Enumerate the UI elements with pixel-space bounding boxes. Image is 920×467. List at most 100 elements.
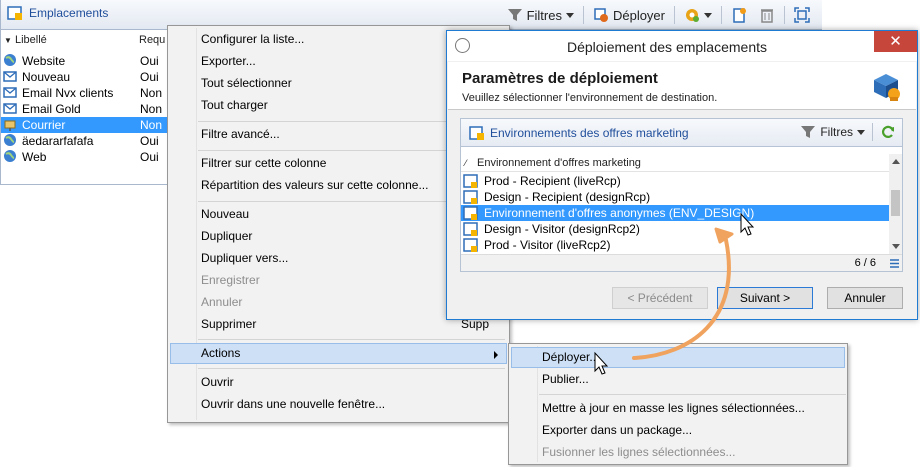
grid-column-header[interactable]: ⁄ Environnement d'offres marketing — [461, 154, 889, 172]
globe-icon — [3, 133, 19, 149]
list-item-value: Non — [140, 118, 163, 132]
locations-list: Website Oui Nouveau Oui Email Nvx client… — [1, 53, 169, 165]
maximize-view-button[interactable] — [788, 4, 816, 26]
trash-icon — [759, 7, 775, 23]
globe-icon — [3, 149, 19, 165]
sort-icon: ⁄ — [465, 158, 467, 168]
panel-title: Environnements des offres marketing — [469, 125, 689, 141]
column-header-label[interactable]: ▼ Libellé — [1, 34, 139, 52]
toolbar-divider — [721, 6, 722, 24]
submenu-item-publish[interactable]: Publier... — [511, 369, 845, 390]
chevron-right-icon — [494, 351, 498, 359]
list-item[interactable]: Email Gold Non — [1, 101, 169, 117]
grid-footer: 6 / 6 — [461, 254, 902, 271]
scroll-thumb[interactable] — [891, 190, 900, 216]
menu-item-open-new-window[interactable]: Ouvrir dans une nouvelle fenêtre... — [170, 394, 507, 415]
window-title: Emplacements — [7, 5, 108, 21]
deploy-button[interactable]: Déployer — [587, 4, 671, 26]
chevron-down-icon — [857, 129, 865, 135]
record-count: 6 / 6 — [854, 257, 876, 269]
grid-column-header-label: Environnement d'offres marketing — [477, 157, 641, 169]
envelope-icon — [3, 85, 19, 101]
list-item-label: Email Nvx clients — [22, 86, 114, 100]
expand-icon — [794, 7, 810, 23]
list-item[interactable]: Nouveau Oui — [1, 69, 169, 85]
chevron-down-icon — [565, 12, 574, 18]
grid-rows: Prod - Recipient (liveRcp) Design - Reci… — [461, 173, 889, 253]
table-row[interactable]: Design - Visitor (designRcp2) — [461, 221, 889, 237]
filters-label: Filtres — [526, 7, 562, 23]
toolbar-divider — [674, 6, 675, 24]
menu-item-actions-label: Actions — [201, 346, 241, 360]
table-row[interactable]: Prod - Recipient (liveRcp) — [461, 173, 889, 189]
dialog-subheading: Veuillez sélectionner l'environnement de… — [462, 92, 718, 104]
actions-submenu: Déployer... Publier... Mettre à jour en … — [508, 343, 848, 465]
menu-divider — [198, 368, 505, 369]
funnel-icon — [800, 124, 816, 140]
new-document-icon — [731, 7, 747, 23]
filters-button[interactable]: Filtres — [501, 4, 580, 26]
table-row-label: Prod - Recipient (liveRcp) — [484, 174, 621, 188]
next-button[interactable]: Suivant > — [717, 287, 813, 309]
list-item-label: Email Gold — [22, 102, 81, 116]
menu-divider — [539, 394, 846, 395]
scroll-down-icon[interactable] — [892, 244, 900, 249]
deployment-dialog: Déploiement des emplacements ✕ Paramètre… — [446, 30, 918, 320]
list-item[interactable]: Web Oui — [1, 149, 169, 165]
list-item-value: Oui — [140, 134, 159, 148]
toolbar-divider — [872, 123, 873, 141]
list-item-value: Non — [140, 102, 163, 116]
menu-item-open[interactable]: Ouvrir — [170, 372, 507, 393]
envelope-icon — [3, 101, 19, 117]
previous-button: < Précédent — [612, 287, 708, 309]
column-header-required[interactable]: Requ — [139, 34, 169, 52]
environment-icon — [463, 205, 479, 221]
list-item[interactable]: Website Oui — [1, 53, 169, 69]
list-item-label: äedararfafafa — [22, 134, 94, 148]
table-row[interactable]: Prod - Visitor (liveRcp2) — [461, 237, 889, 253]
table-row[interactable]: Design - Recipient (designRcp) — [461, 189, 889, 205]
new-button[interactable] — [725, 4, 753, 26]
list-item[interactable]: äedararfafafa Oui — [1, 133, 169, 149]
submenu-item-export-package[interactable]: Exporter dans un package... — [511, 420, 845, 441]
environment-icon — [463, 173, 479, 189]
locations-icon — [7, 5, 23, 21]
scroll-up-icon[interactable] — [892, 159, 900, 164]
deploy-icon — [593, 7, 609, 23]
delete-button[interactable] — [753, 4, 781, 26]
list-item-label: Web — [22, 150, 47, 164]
dialog-title: Déploiement des emplacements — [567, 39, 767, 55]
table-row-label: Design - Recipient (designRcp) — [484, 190, 651, 204]
menu-item-delete-label: Supprimer — [201, 317, 257, 331]
close-button[interactable]: ✕ — [874, 31, 917, 52]
table-row-label: Prod - Visitor (liveRcp2) — [484, 238, 611, 252]
close-icon: ✕ — [889, 32, 902, 50]
environments-grid: ⁄ Environnement d'offres marketing Prod … — [461, 154, 902, 271]
actions-gear-button[interactable] — [678, 4, 718, 26]
dialog-titlebar: Déploiement des emplacements ✕ — [447, 31, 917, 61]
globe-icon — [3, 53, 19, 69]
list-item-selected[interactable]: Courrier Non — [1, 117, 169, 133]
submenu-item-deploy[interactable]: Déployer... — [511, 347, 845, 368]
menu-item-actions[interactable]: Actions — [170, 343, 507, 364]
column-settings-icon[interactable] — [890, 259, 899, 268]
environments-panel: Environnements des offres marketing Filt… — [460, 118, 903, 272]
environment-icon — [463, 189, 479, 205]
panel-toolbar: Environnements des offres marketing Filt… — [461, 119, 902, 147]
offers-icon — [469, 125, 485, 141]
list-item-value: Oui — [140, 70, 159, 84]
refresh-icon[interactable] — [880, 124, 896, 140]
list-item-value: Oui — [140, 150, 159, 164]
toolbar-divider — [582, 6, 584, 24]
window-title-label: Emplacements — [29, 6, 109, 20]
submenu-item-mass-update[interactable]: Mettre à jour en masse les lignes sélect… — [511, 398, 845, 419]
table-row-selected[interactable]: Environnement d'offres anonymes (ENV_DES… — [461, 205, 889, 221]
list-item-label: Courrier — [22, 118, 66, 132]
cancel-button[interactable]: Annuler — [827, 287, 903, 309]
grid-scrollbar[interactable] — [889, 154, 902, 254]
panel-filters-button[interactable]: Filtres — [800, 124, 865, 140]
panel-title-label: Environnements des offres marketing — [490, 126, 689, 140]
list-item-value: Non — [140, 86, 163, 100]
list-item[interactable]: Email Nvx clients Non — [1, 85, 169, 101]
submenu-item-merge: Fusionner les lignes sélectionnées... — [542, 445, 736, 459]
